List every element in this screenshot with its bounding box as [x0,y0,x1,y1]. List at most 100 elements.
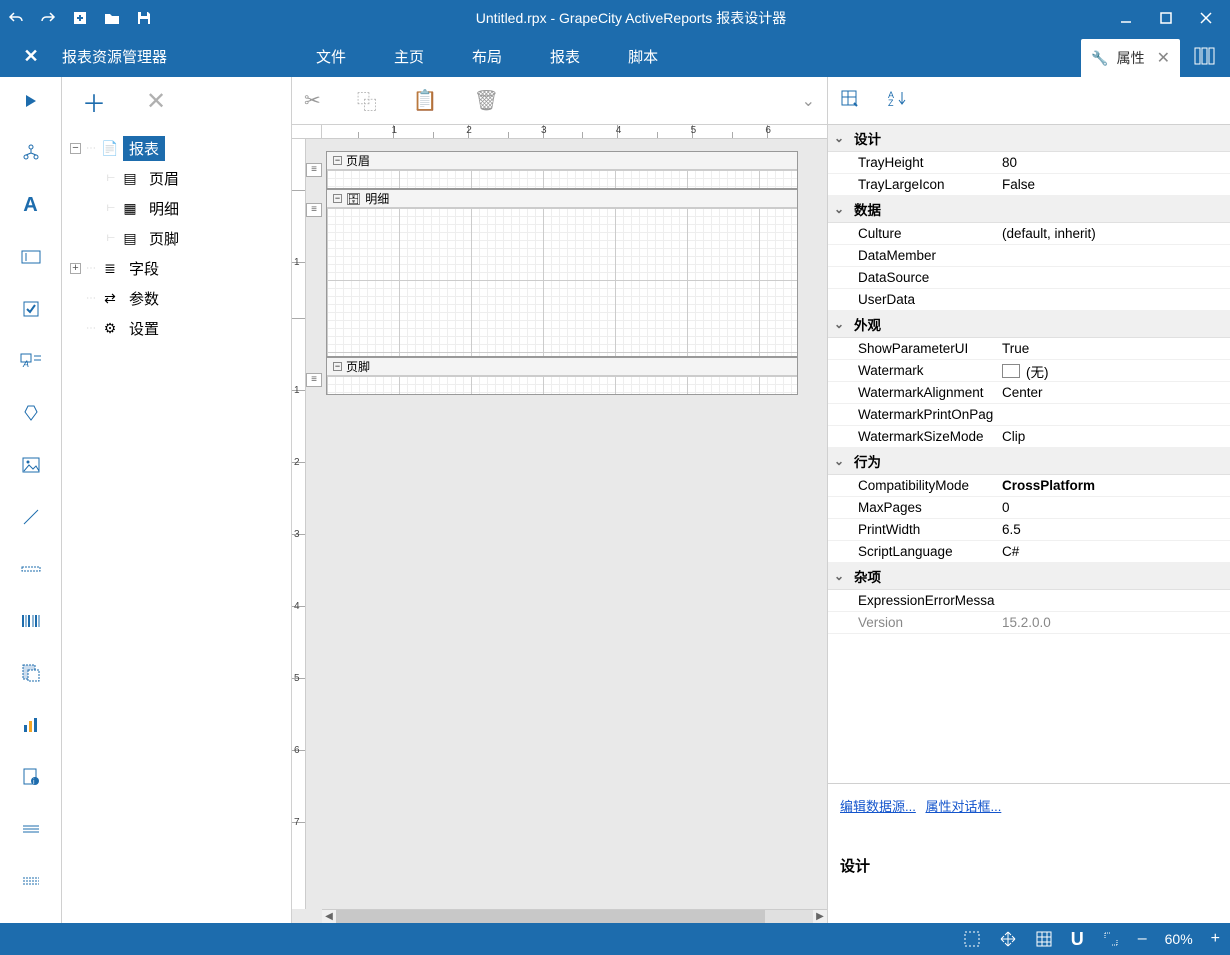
gutter-handle[interactable]: ≡ [306,163,322,177]
tree-label: 报表 [123,136,165,161]
tree-label: 页眉 [143,166,185,191]
chart-icon[interactable] [15,713,47,737]
section-label: 明细 [365,190,389,207]
snap-icon[interactable]: U [1071,929,1084,950]
pan-mode-icon[interactable] [999,930,1017,948]
delete-button[interactable]: ✕ [146,87,166,116]
section-pagefooter[interactable]: −页脚 [326,357,798,395]
prop-row[interactable]: MaxPages0 [828,497,1230,519]
subreport-icon[interactable] [15,661,47,685]
tree-item-report[interactable]: −⋯ 📄 报表 [66,133,287,163]
select-mode-icon[interactable] [963,930,981,948]
close-properties-button[interactable]: ✕ [1157,48,1170,68]
design-surface[interactable]: 1 2 3 4 5 6 1 1 2 3 4 5 6 7 ≡ ≡ [292,125,827,923]
play-icon[interactable] [15,89,47,113]
picture-icon[interactable] [15,453,47,477]
report-explorer: ＋ ✕ −⋯ 📄 报表 ⊢ ▤ 页眉 ⊢ ▦ 明细 ⊢ ▤ 页脚 [62,77,292,923]
dimensions-icon[interactable] [1102,930,1120,948]
paste-icon[interactable]: 📋 [413,88,438,113]
prop-category-data[interactable]: ⌄数据 [828,196,1230,223]
tree-item-fields[interactable]: +⋯ ≣ 字段 [66,253,287,283]
pagebreak-icon[interactable] [15,557,47,581]
edit-datasource-link[interactable]: 编辑数据源... [840,799,916,814]
panel-toggle-button[interactable] [1180,47,1230,65]
chevron-down-icon[interactable]: ⌄ [802,91,815,111]
close-explorer-button[interactable]: ✕ [0,46,62,67]
prop-row[interactable]: WatermarkSizeModeClip [828,426,1230,448]
menu-script[interactable]: 脚本 [604,35,682,77]
property-dialog-link[interactable]: 属性对话框... [925,799,1001,814]
menu-layout[interactable]: 布局 [448,35,526,77]
tree-item-parameters[interactable]: ⋯ ⇄ 参数 [66,283,287,313]
tree-item-pageheader[interactable]: ⊢ ▤ 页眉 [66,163,287,193]
grid-icon[interactable] [1035,930,1053,948]
save-button[interactable] [132,6,156,30]
tree-item-pagefooter[interactable]: ⊢ ▤ 页脚 [66,223,287,253]
horizontal-scrollbar[interactable]: ◀▶ [322,909,827,923]
label-icon[interactable]: A [15,193,47,217]
cross-section-box-icon[interactable] [15,869,47,893]
prop-row[interactable]: UserData [828,289,1230,311]
prop-row[interactable]: TrayHeight80 [828,152,1230,174]
categorized-icon[interactable] [840,89,858,112]
trash-icon[interactable]: 🗑 [474,88,499,113]
prop-row[interactable]: CompatibilityModeCrossPlatform [828,475,1230,497]
db-icon: 🗄 [346,192,361,206]
zoom-level[interactable]: 60% [1165,931,1193,947]
svg-text:Z: Z [888,98,894,107]
new-button[interactable] [68,6,92,30]
checkbox-icon[interactable] [15,297,47,321]
tree-item-settings[interactable]: ⋯ ⚙ 设置 [66,313,287,343]
properties-tab[interactable]: 🔧 属性 ✕ [1081,39,1180,77]
prop-category-misc[interactable]: ⌄杂项 [828,563,1230,590]
cross-section-line-icon[interactable] [15,817,47,841]
barcode-icon[interactable] [15,609,47,633]
section-detail[interactable]: −🗄明细 [326,189,798,357]
prop-row[interactable]: WatermarkPrintOnPag [828,404,1230,426]
textbox-icon[interactable] [15,245,47,269]
prop-category-appearance[interactable]: ⌄外观 [828,311,1230,338]
reportinfo-icon[interactable]: i [15,765,47,789]
tree-item-detail[interactable]: ⊢ ▦ 明细 [66,193,287,223]
toolbox: A A i [0,77,62,923]
prop-category-behavior[interactable]: ⌄行为 [828,448,1230,475]
redo-button[interactable] [36,6,60,30]
shape-icon[interactable] [15,401,47,425]
gutter-handle[interactable]: ≡ [306,373,322,387]
prop-row[interactable]: DataSource [828,267,1230,289]
prop-row[interactable]: ShowParameterUITrue [828,338,1230,360]
prop-row[interactable]: PrintWidth6.5 [828,519,1230,541]
report-body[interactable]: −页眉 −🗄明细 −页脚 [326,151,798,395]
prop-row[interactable]: ExpressionErrorMessa [828,590,1230,612]
richtext-icon[interactable]: A [15,349,47,373]
section-label: 页眉 [346,152,370,169]
open-button[interactable] [100,6,124,30]
menu-home[interactable]: 主页 [370,35,448,77]
prop-row[interactable]: Culture(default, inherit) [828,223,1230,245]
menu-report[interactable]: 报表 [526,35,604,77]
zoom-out-button[interactable]: – [1138,930,1147,948]
prop-row[interactable]: WatermarkAlignmentCenter [828,382,1230,404]
prop-row[interactable]: DataMember [828,245,1230,267]
properties-grid[interactable]: ⌄设计 TrayHeight80 TrayLargeIconFalse ⌄数据 … [828,125,1230,783]
section-pageheader[interactable]: −页眉 [326,151,798,189]
prop-row[interactable]: Watermark(无) [828,360,1230,382]
menu-file[interactable]: 文件 [292,35,370,77]
close-button[interactable] [1186,3,1226,33]
cut-icon[interactable]: ✂ [304,88,321,113]
undo-button[interactable] [4,6,28,30]
zoom-in-button[interactable]: + [1211,930,1220,948]
pointer-icon[interactable] [15,141,47,165]
gutter-handle[interactable]: ≡ [306,203,322,217]
minimize-button[interactable] [1106,3,1146,33]
line-icon[interactable] [15,505,47,529]
prop-category-design[interactable]: ⌄设计 [828,125,1230,152]
prop-row[interactable]: TrayLargeIconFalse [828,174,1230,196]
prop-row[interactable]: ScriptLanguageC# [828,541,1230,563]
copy-icon[interactable]: ⿻ [357,86,377,115]
alphabetical-icon[interactable]: AZ [888,89,910,112]
add-button[interactable]: ＋ [82,84,106,119]
watermark-swatch[interactable] [1002,364,1020,378]
maximize-button[interactable] [1146,3,1186,33]
gear-icon: ⚙ [101,319,119,337]
